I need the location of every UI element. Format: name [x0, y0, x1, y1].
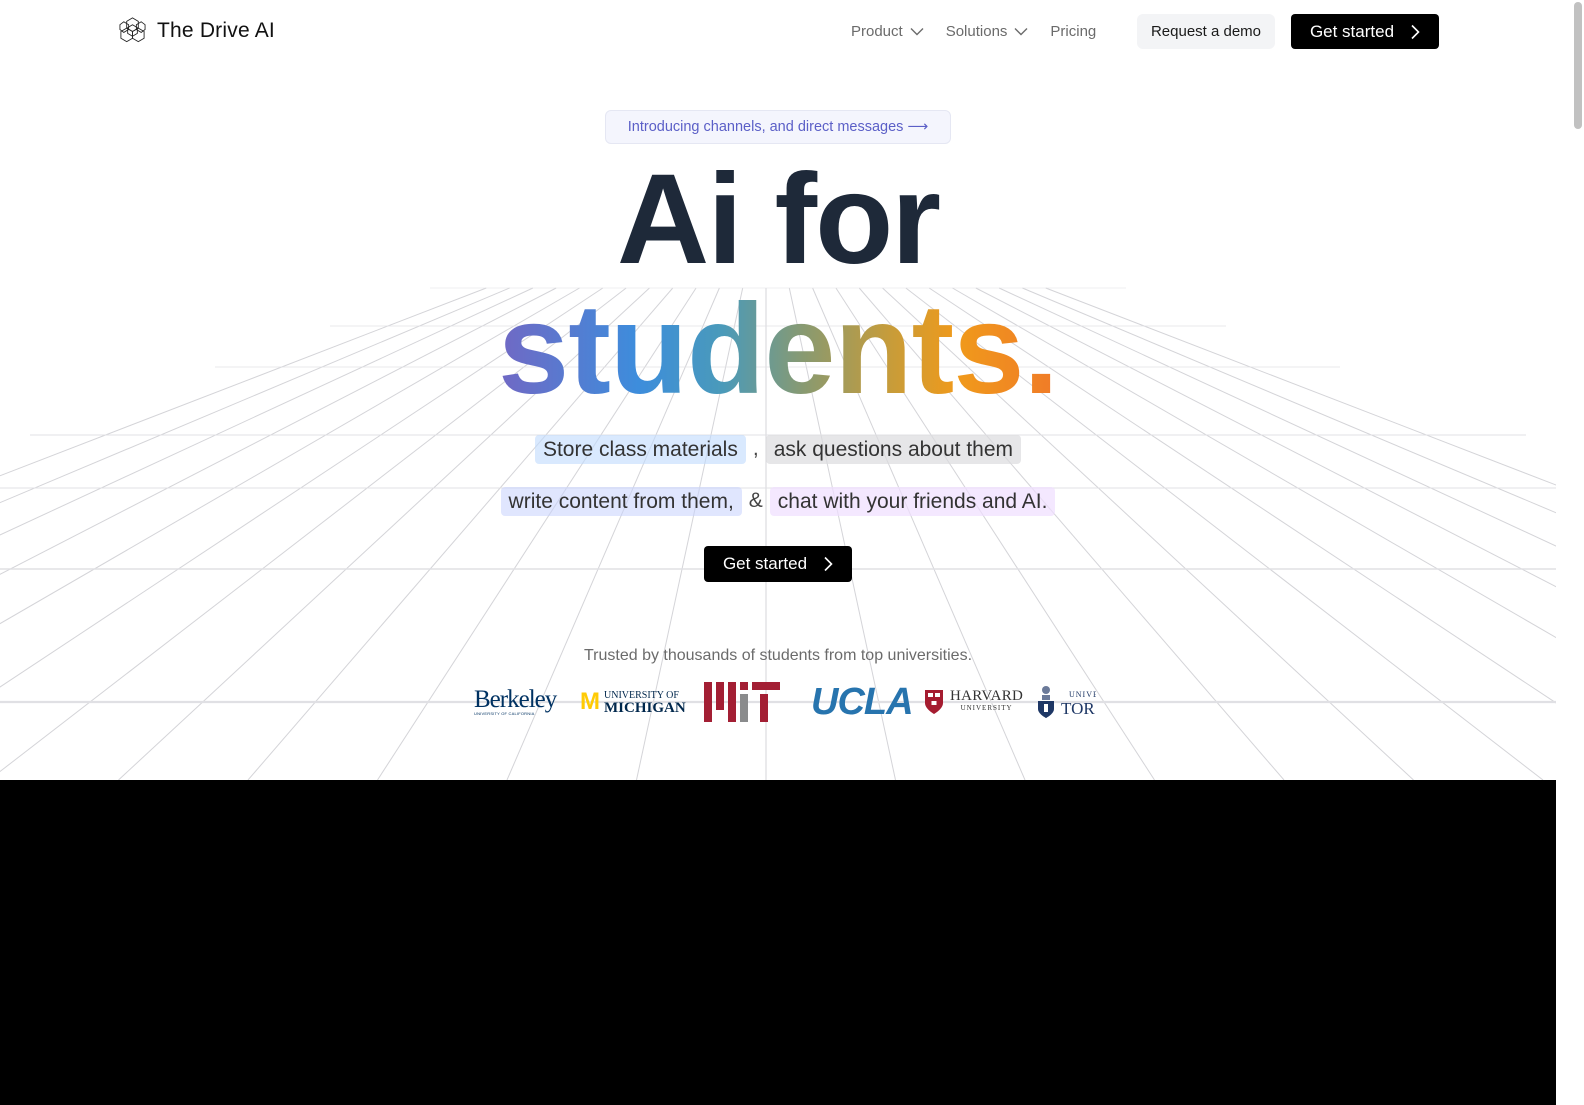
tag-separator-comma: , [752, 437, 759, 460]
chevron-down-icon [1014, 28, 1028, 36]
hero-section: The Drive AI Product Solutions Pricing R… [0, 0, 1556, 780]
chevron-right-icon [824, 556, 833, 572]
logo-harvard-subtitle: UNIVERSITY [960, 704, 1013, 712]
nav-solutions-dropdown[interactable]: Solutions [946, 23, 1029, 40]
nav-links: Product Solutions Pricing [851, 14, 1118, 49]
logo-michigan: M UNIVERSITY OF MICHIGAN [580, 680, 686, 724]
tagline-row-2: write content from them, & chat with you… [0, 486, 1556, 516]
chevron-right-icon [1411, 24, 1420, 39]
harvard-shield-icon [925, 690, 943, 714]
logo-berkeley-subtitle: UNIVERSITY OF CALIFORNIA [474, 710, 535, 716]
nav-pricing-label: Pricing [1050, 23, 1097, 40]
hexagon-cluster-logo-icon [119, 17, 146, 43]
announcement-pill[interactable]: Introducing channels, and direct message… [605, 110, 951, 144]
headline-line-1: Ai for [616, 148, 941, 291]
nav-product-label: Product [851, 23, 903, 40]
tag-chip-store: Store class materials [534, 434, 746, 464]
page-scrollbar-track[interactable] [1556, 0, 1584, 1105]
logo-toronto-name: TOR [1061, 699, 1095, 718]
logo-mit [704, 680, 782, 724]
trusted-by-text: Trusted by thousands of students from to… [583, 647, 973, 664]
page-scrollbar-thumb[interactable] [1574, 2, 1582, 129]
tag-separator-ampersand: & [748, 489, 763, 512]
toronto-crest-icon [1038, 686, 1054, 718]
hero-get-started-label: Get started [722, 554, 808, 573]
nav-product-dropdown[interactable]: Product [851, 23, 924, 40]
dark-section [0, 780, 1556, 1105]
logo-michigan-name: MICHIGAN [604, 700, 686, 716]
headline-line-2: students. [0, 280, 1556, 420]
tagline-row-1: Store class materials , ask questions ab… [0, 434, 1556, 464]
request-demo-button[interactable]: Request a demo [1137, 14, 1275, 49]
logo-ucla: UCLA [811, 680, 914, 723]
nav-pricing-link[interactable]: Pricing [1050, 23, 1096, 40]
taglines: Store class materials , ask questions ab… [0, 434, 1556, 516]
tag-chip-write: write content from them, [500, 486, 742, 516]
nav-get-started-label: Get started [1309, 21, 1395, 41]
logo-harvard-name: HARVARD [950, 688, 1024, 704]
hero-get-started-button[interactable]: Get started [704, 546, 852, 582]
headline-gradient-text: students. [498, 278, 1059, 421]
logo-berkeley: Berkeley UNIVERSITY OF CALIFORNIA [474, 680, 557, 724]
logo-harvard: HARVARD UNIVERSITY [924, 680, 1023, 724]
brand-name: The Drive AI [157, 18, 275, 42]
nav-get-started-button[interactable]: Get started [1291, 14, 1439, 49]
logo-toronto: UNIVEI TOR [1037, 680, 1096, 724]
logo-berkeley-name: Berkeley [474, 685, 557, 713]
mit-logo-icon [704, 682, 780, 722]
tag-chip-ask: ask questions about them [765, 434, 1022, 464]
brand-logo-link[interactable]: The Drive AI [118, 16, 275, 45]
tag-chip-chat: chat with your friends and AI. [769, 486, 1056, 516]
chevron-down-icon [910, 28, 924, 36]
page: The Drive AI Product Solutions Pricing R… [0, 0, 1556, 1105]
nav-solutions-label: Solutions [945, 23, 1008, 40]
university-logos: Berkeley UNIVERSITY OF CALIFORNIA M UNIV… [474, 680, 1096, 724]
navbar: The Drive AI Product Solutions Pricing R… [0, 0, 1556, 64]
michigan-block-m-icon: M [580, 688, 600, 715]
